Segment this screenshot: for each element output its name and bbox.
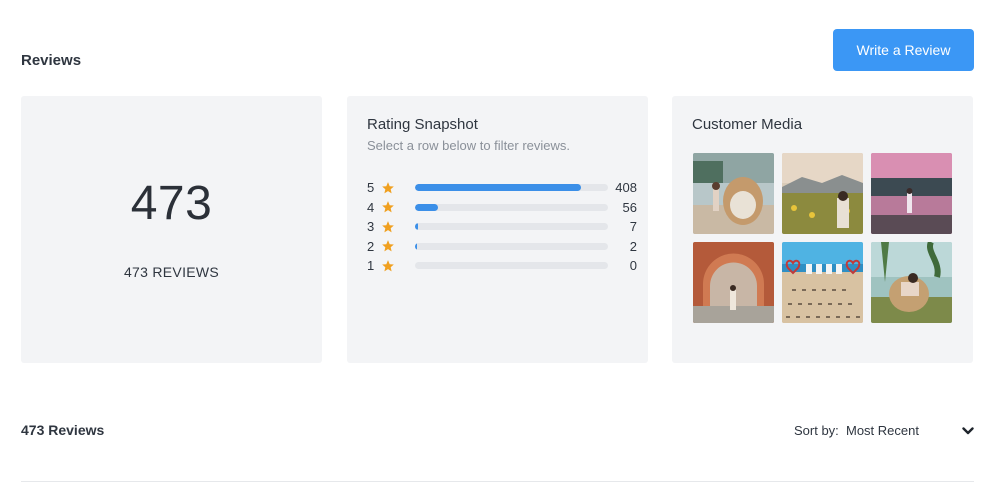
rating-row-1[interactable]: 1 0 — [367, 256, 637, 276]
rating-snapshot-card: Rating Snapshot Select a row below to fi… — [347, 96, 648, 363]
rating-row-count: 2 — [629, 238, 637, 254]
write-review-button[interactable]: Write a Review — [833, 29, 974, 71]
rating-bar-track — [415, 242, 608, 250]
rating-bar-fill — [415, 242, 417, 250]
rating-row-stars: 2 — [367, 238, 375, 254]
star-icon — [382, 259, 394, 272]
media-thumbnail[interactable] — [871, 242, 952, 323]
total-reviews-number: 473 — [130, 177, 213, 230]
media-thumbnail[interactable] — [693, 153, 774, 234]
chevron-down-icon[interactable] — [962, 426, 974, 436]
sort-select[interactable]: Most Recent — [846, 423, 919, 438]
photo-image — [693, 153, 774, 234]
page-title: Reviews — [21, 52, 82, 69]
customer-media-title: Customer Media — [692, 116, 803, 133]
divider — [21, 481, 974, 482]
rating-row-stars: 3 — [367, 219, 375, 235]
rating-bar-track — [415, 262, 608, 270]
customer-media-card: Customer Media — [672, 96, 973, 363]
rating-row-count: 408 — [615, 180, 637, 196]
star-icon — [382, 181, 394, 194]
rating-bar-track — [415, 223, 608, 231]
media-grid — [693, 153, 952, 323]
rating-row-2[interactable]: 2 2 — [367, 237, 637, 257]
summary-card: 473 473 REVIEWS — [21, 96, 322, 363]
photo-image — [871, 242, 952, 323]
media-thumbnail[interactable] — [782, 153, 863, 234]
rating-row-4[interactable]: 4 56 — [367, 198, 637, 218]
rating-snapshot-subtitle: Select a row below to filter reviews. — [367, 138, 571, 153]
rating-bar-fill — [415, 223, 418, 231]
rating-row-count: 7 — [629, 219, 637, 235]
rating-row-stars: 5 — [367, 180, 375, 196]
rating-row-stars: 4 — [367, 199, 375, 215]
star-icon — [382, 220, 394, 233]
sort-by-label: Sort by: — [794, 423, 839, 438]
photo-image — [782, 242, 863, 323]
media-thumbnail[interactable] — [871, 153, 952, 234]
media-thumbnail[interactable] — [782, 242, 863, 323]
star-icon — [382, 240, 394, 252]
rating-row-stars: 1 — [367, 258, 375, 274]
reviews-count-heading: 473 Reviews — [21, 422, 105, 438]
total-reviews-label: 473 REVIEWS — [123, 264, 220, 280]
photo-image — [693, 242, 774, 323]
star-icon — [382, 201, 394, 213]
rating-row-count: 0 — [629, 258, 637, 274]
rating-rows: 5 408 4 56 3 7 2 2 1 0 — [367, 178, 637, 276]
photo-image — [871, 153, 952, 234]
rating-row-count: 56 — [622, 199, 637, 215]
rating-row-3[interactable]: 3 7 — [367, 217, 637, 237]
media-thumbnail[interactable] — [693, 242, 774, 323]
photo-image — [782, 153, 863, 234]
rating-row-5[interactable]: 5 408 — [367, 178, 637, 198]
rating-bar-track — [415, 184, 608, 192]
reviews-page: Reviews Write a Review 473 473 REVIEWS R… — [0, 0, 1000, 504]
rating-snapshot-title: Rating Snapshot — [367, 116, 478, 133]
rating-bar-track — [415, 203, 608, 211]
rating-bar-fill — [415, 184, 582, 192]
rating-bar-fill — [415, 203, 438, 211]
